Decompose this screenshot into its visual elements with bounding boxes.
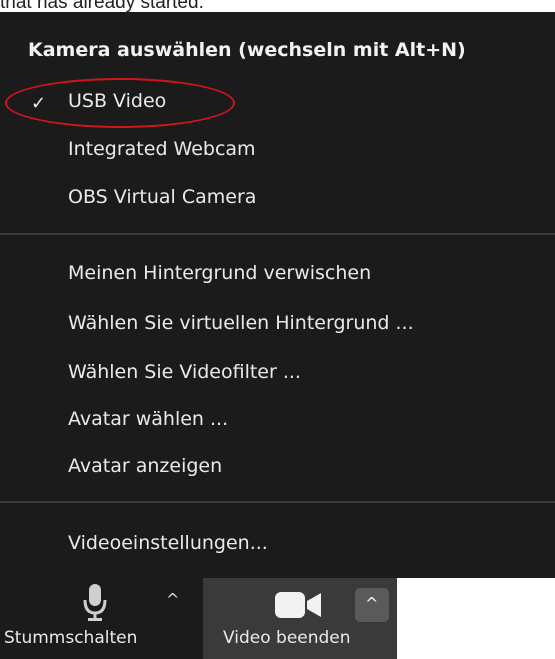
microphone-icon	[83, 584, 107, 621]
chevron-up-icon: ^	[365, 594, 379, 613]
menu-item-choose-avatar[interactable]: Avatar wählen ...	[68, 408, 228, 430]
menu-item-video-filter[interactable]: Wählen Sie Videofilter ...	[68, 361, 301, 383]
highlight-ellipse	[5, 78, 235, 128]
video-camera-icon	[275, 592, 321, 618]
menu-item-video-settings[interactable]: Videoeinstellungen...	[68, 532, 268, 554]
page-caption: that has already started.	[0, 0, 204, 13]
video-label: Video beenden	[223, 628, 351, 648]
camera-option-obs-virtual[interactable]: OBS Virtual Camera	[68, 186, 256, 208]
menu-separator	[0, 233, 555, 235]
mute-button[interactable]: ^ Stummschalten	[0, 578, 200, 659]
mute-options-chevron-icon[interactable]: ^	[166, 590, 179, 609]
stop-video-button[interactable]: ^ Video beenden	[203, 578, 397, 659]
meeting-toolbar: ^ Stummschalten ^ Video beenden	[0, 578, 397, 659]
mute-label: Stummschalten	[4, 628, 138, 648]
menu-item-virtual-background[interactable]: Wählen Sie virtuellen Hintergrund ...	[68, 312, 414, 334]
menu-item-blur-background[interactable]: Meinen Hintergrund verwischen	[68, 262, 371, 284]
menu-separator	[0, 501, 555, 503]
menu-item-show-avatar[interactable]: Avatar anzeigen	[68, 455, 222, 477]
video-options-button[interactable]: ^	[355, 588, 389, 622]
menu-header: Kamera auswählen (wechseln mit Alt+N)	[28, 39, 466, 61]
camera-option-integrated-webcam[interactable]: Integrated Webcam	[68, 138, 256, 160]
